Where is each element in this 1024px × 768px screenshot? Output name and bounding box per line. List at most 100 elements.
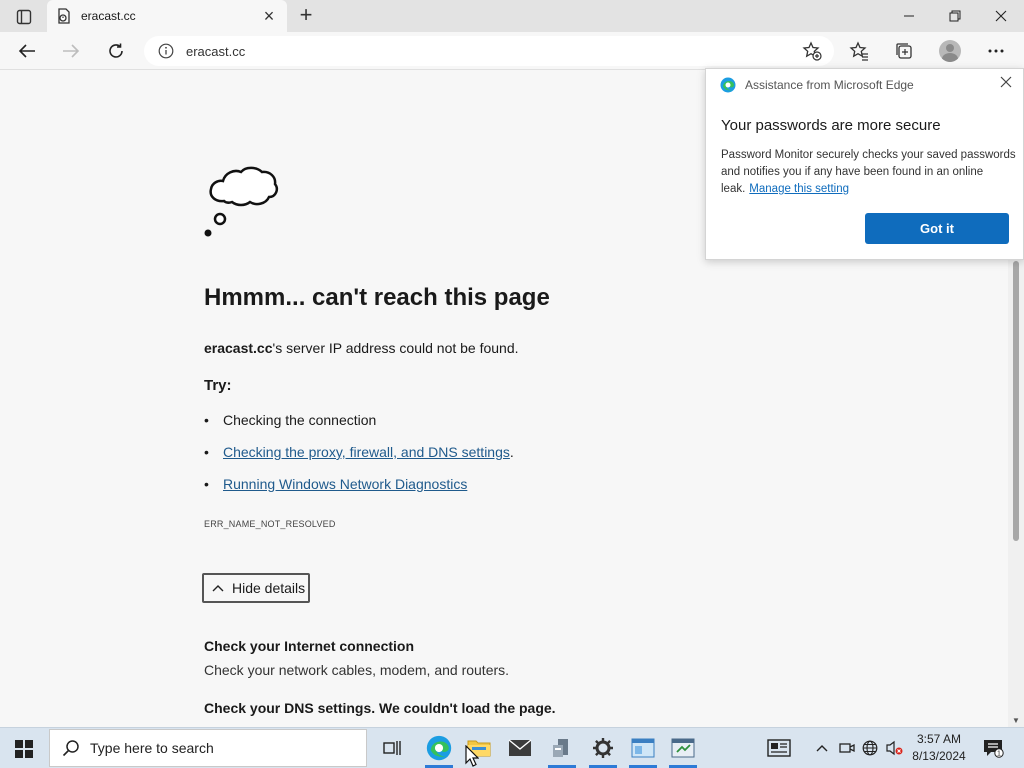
- tab-actions-icon: [16, 9, 32, 25]
- volume-muted-icon: [886, 740, 903, 756]
- minimize-button[interactable]: [886, 0, 932, 32]
- detail-heading-connection: Check your Internet connection: [204, 638, 415, 654]
- new-tab-button[interactable]: +: [294, 4, 318, 28]
- proxy-dns-settings-link[interactable]: Checking the proxy, firewall, and DNS se…: [223, 444, 510, 460]
- notification-icon: 1: [984, 740, 1004, 758]
- detail-heading-dns: Check your DNS settings. We couldn't loa…: [204, 700, 556, 716]
- start-button[interactable]: [0, 728, 48, 768]
- error-description: eracast.cc's server IP address could not…: [204, 340, 519, 356]
- back-button[interactable]: [12, 36, 42, 66]
- network-button[interactable]: [859, 728, 881, 768]
- popup-title: Your passwords are more secure: [721, 117, 941, 134]
- error-domain: eracast.cc: [204, 340, 273, 356]
- clock-date: 8/13/2024: [912, 749, 966, 763]
- volume-button[interactable]: [884, 728, 906, 768]
- close-icon: [1000, 76, 1012, 88]
- windows-taskbar: Type here to search 3:57 AM 8/13/2024 1: [0, 727, 1024, 768]
- scrollbar-thumb[interactable]: [1013, 261, 1019, 541]
- taskbar-edge-button[interactable]: [419, 728, 459, 768]
- chevron-up-icon: [816, 745, 828, 752]
- back-arrow-icon: [18, 44, 35, 58]
- profile-button[interactable]: [935, 36, 965, 66]
- hide-details-button[interactable]: Hide details: [202, 573, 310, 603]
- tab-active[interactable]: eracast.cc ×: [47, 0, 287, 32]
- password-monitor-popup: Assistance from Microsoft Edge Your pass…: [705, 68, 1024, 260]
- chevron-up-icon: [212, 585, 224, 592]
- taskbar-app-button[interactable]: [663, 728, 703, 768]
- collections-icon: [896, 43, 912, 59]
- suggestion-item: • Checking the proxy, firewall, and DNS …: [204, 444, 514, 460]
- manage-setting-link[interactable]: Manage this setting: [749, 183, 849, 195]
- notification-badge: 1: [997, 751, 1001, 758]
- tab-strip: eracast.cc × +: [0, 0, 1024, 32]
- refresh-button[interactable]: [101, 36, 131, 66]
- browser-toolbar: eracast.cc: [0, 32, 1024, 70]
- popup-close-button[interactable]: [999, 75, 1015, 91]
- camera-icon: [839, 743, 855, 753]
- taskbar-search-box[interactable]: Type here to search: [49, 729, 367, 767]
- meet-now-button[interactable]: [836, 728, 858, 768]
- globe-icon: [862, 740, 878, 756]
- bullet: •: [204, 412, 209, 428]
- tab-title: eracast.cc: [81, 9, 136, 23]
- taskbar-app-button[interactable]: [542, 728, 582, 768]
- edge-logo-icon: [720, 77, 736, 93]
- suggestion-item: • Checking the connection: [204, 412, 376, 428]
- avatar: [939, 40, 961, 62]
- refresh-icon: [109, 43, 123, 58]
- hide-details-label: Hide details: [232, 580, 306, 596]
- popup-body: Password Monitor securely checks your sa…: [721, 147, 1017, 198]
- edge-icon: [426, 735, 452, 761]
- close-window-button[interactable]: [978, 0, 1024, 32]
- bullet: •: [204, 444, 209, 460]
- gear-icon: [593, 738, 613, 758]
- suggestion-suffix: .: [509, 444, 514, 460]
- more-options-icon: [988, 49, 1004, 53]
- suggestion-check-connection: Checking the connection: [223, 412, 377, 428]
- minimize-icon: [904, 15, 914, 17]
- restore-button[interactable]: [932, 0, 978, 32]
- star-add-icon: [802, 41, 822, 61]
- search-icon: [62, 740, 79, 757]
- search-placeholder: Type here to search: [90, 740, 214, 756]
- favorites-button[interactable]: [844, 36, 874, 66]
- error-title: Hmmm... can't reach this page: [204, 284, 550, 311]
- action-center-button[interactable]: 1: [978, 728, 1008, 768]
- page-favicon-icon: [58, 8, 70, 24]
- network-diagnostics-link[interactable]: Running Windows Network Diagnostics: [223, 476, 467, 492]
- task-view-icon: [383, 741, 401, 755]
- task-view-button[interactable]: [372, 728, 412, 768]
- window-app-icon: [631, 738, 655, 758]
- restore-icon: [949, 10, 961, 22]
- got-it-button[interactable]: Got it: [865, 213, 1009, 244]
- taskbar-app-button[interactable]: [623, 728, 663, 768]
- remote-desktop-icon: [671, 738, 695, 758]
- scroll-down-arrow-icon[interactable]: ▼: [1012, 716, 1020, 725]
- taskbar-mail-button[interactable]: [500, 728, 540, 768]
- windows-logo-icon: [15, 739, 33, 758]
- popup-header: Assistance from Microsoft Edge: [720, 77, 914, 93]
- forward-button[interactable]: [56, 36, 86, 66]
- tab-actions-button[interactable]: [8, 6, 40, 28]
- mail-icon: [508, 739, 532, 756]
- popup-header-label: Assistance from Microsoft Edge: [745, 78, 914, 92]
- try-label: Try:: [204, 377, 232, 394]
- taskbar-settings-button[interactable]: [583, 728, 623, 768]
- news-icon: [767, 739, 791, 757]
- error-message: 's server IP address could not be found.: [272, 340, 519, 356]
- info-icon[interactable]: [158, 43, 174, 59]
- tab-close-icon[interactable]: ×: [261, 7, 277, 25]
- add-favorite-button[interactable]: [797, 36, 827, 66]
- clock-time: 3:57 AM: [916, 732, 962, 746]
- address-bar[interactable]: eracast.cc: [144, 36, 834, 66]
- error-code: ERR_NAME_NOT_RESOLVED: [204, 519, 336, 529]
- show-hidden-icons-button[interactable]: [812, 728, 832, 768]
- address-url[interactable]: eracast.cc: [186, 44, 245, 59]
- collections-button[interactable]: [889, 36, 919, 66]
- thought-cloud-icon: [204, 166, 278, 237]
- bullet: •: [204, 476, 209, 492]
- settings-more-button[interactable]: [981, 36, 1011, 66]
- system-clock[interactable]: 3:57 AM 8/13/2024: [908, 731, 970, 765]
- suggestion-item: • Running Windows Network Diagnostics: [204, 476, 467, 492]
- news-widget-button[interactable]: [762, 728, 796, 768]
